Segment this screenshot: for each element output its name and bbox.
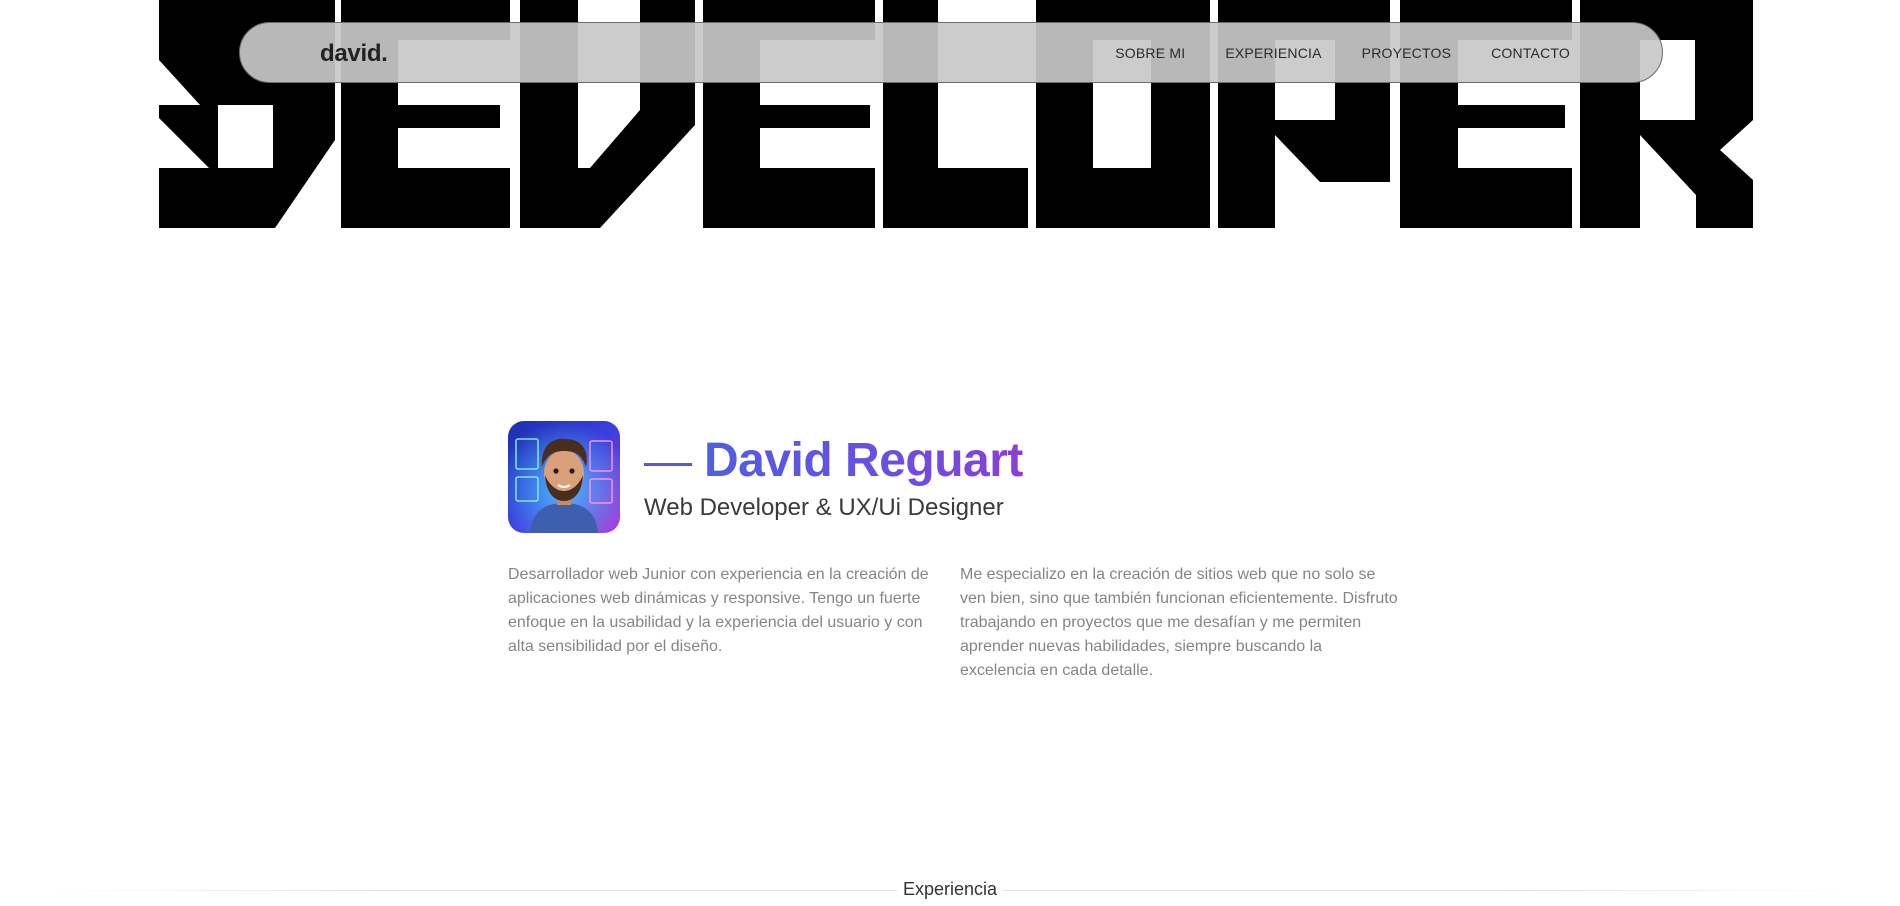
nav-link-sobre-mi[interactable]: SOBRE MI xyxy=(1115,45,1185,61)
name-dash xyxy=(644,462,692,466)
nav-link-proyectos[interactable]: PROYECTOS xyxy=(1362,45,1451,61)
name-row: David Reguart xyxy=(644,434,1023,488)
profile-role: Web Developer & UX/Ui Designer xyxy=(644,494,1004,521)
brand-logo[interactable]: david. xyxy=(320,40,388,68)
nav-link-experiencia[interactable]: EXPERIENCIA xyxy=(1225,45,1321,61)
experience-title: Experiencia xyxy=(896,879,1004,899)
experience-heading: Experiencia xyxy=(0,879,1900,900)
nav-links: SOBRE MI EXPERIENCIA PROYECTOS CONTACTO xyxy=(1115,45,1570,61)
nav-link-contacto[interactable]: CONTACTO xyxy=(1491,45,1570,61)
avatar xyxy=(508,421,620,533)
profile-name: David Reguart xyxy=(704,434,1023,487)
avatar-illustration-icon xyxy=(508,421,620,533)
navbar: david. SOBRE MI EXPERIENCIA PROYECTOS CO… xyxy=(239,22,1663,83)
about-paragraph-right: Me especializo en la creación de sitios … xyxy=(960,566,1398,679)
about-paragraph-left: Desarrollador web Junior con experiencia… xyxy=(508,566,929,655)
